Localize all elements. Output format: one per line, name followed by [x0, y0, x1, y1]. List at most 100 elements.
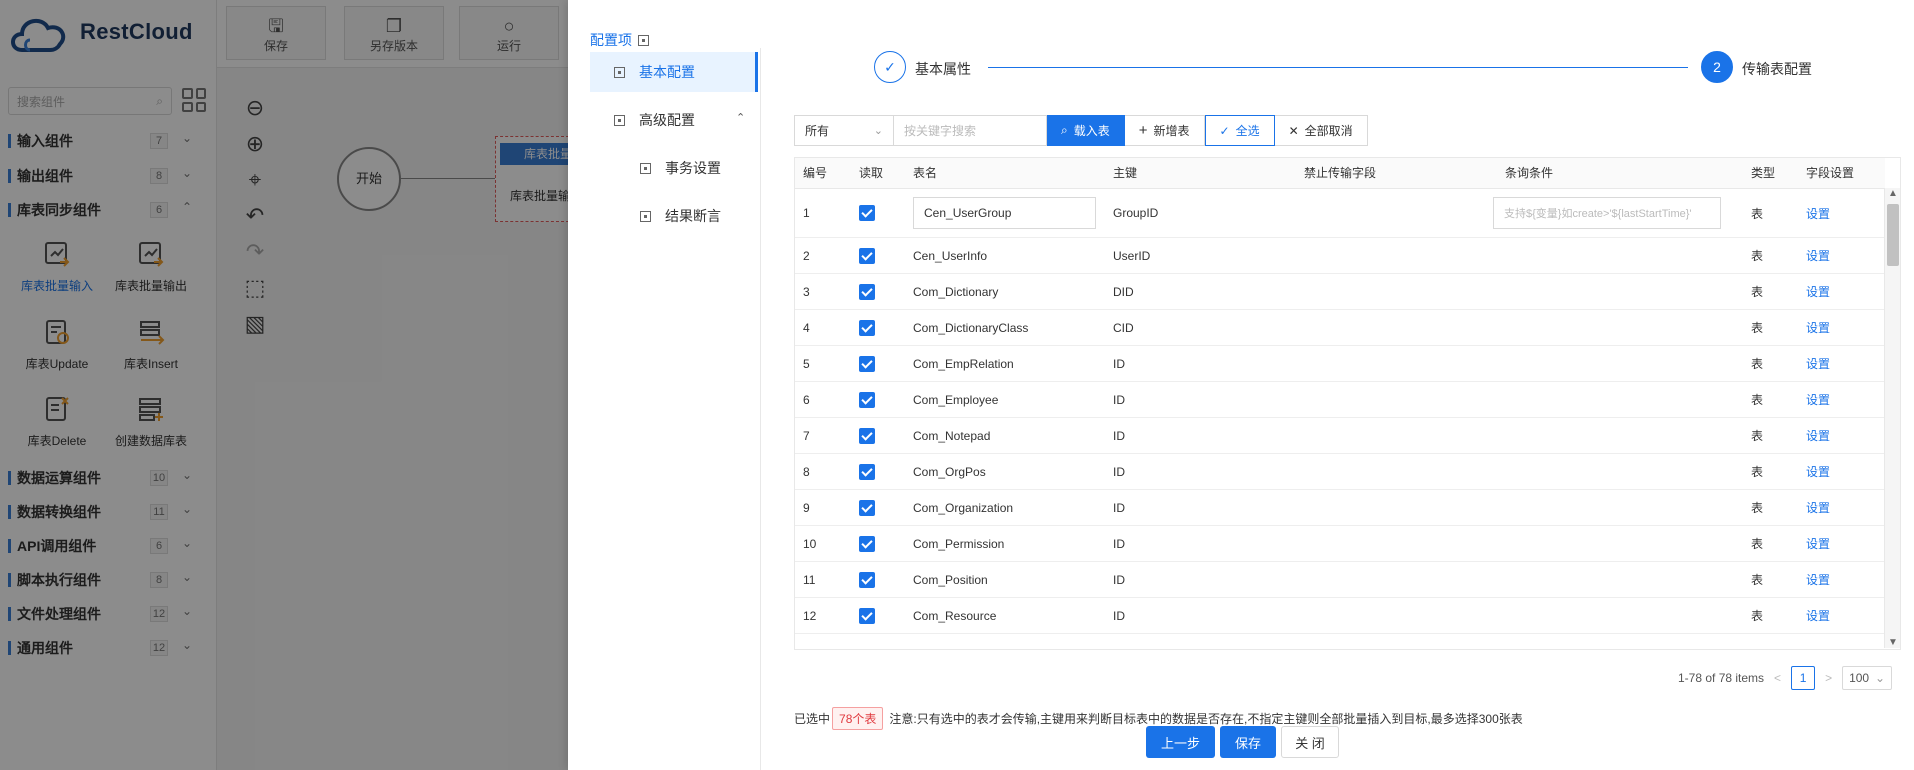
read-cell	[859, 274, 875, 309]
primary-key: ID	[1113, 608, 1125, 623]
read-cell	[859, 526, 875, 561]
field-settings-link[interactable]: 设置	[1806, 274, 1830, 309]
read-checkbox[interactable]	[859, 499, 875, 516]
menu-advanced-config[interactable]: 高级配置 ⌃	[590, 100, 758, 140]
row-number: 3	[803, 284, 810, 299]
load-table-button[interactable]: ⌕ 载入表	[1047, 115, 1125, 146]
page-1-button[interactable]: 1	[1791, 666, 1816, 690]
scroll-up-icon[interactable]: ▲	[1888, 188, 1898, 199]
menu-icon	[640, 162, 651, 174]
field-settings-link[interactable]: 设置	[1806, 346, 1830, 381]
read-checkbox[interactable]	[859, 463, 875, 480]
field-settings-link[interactable]: 设置	[1806, 238, 1830, 273]
read-checkbox[interactable]	[859, 319, 875, 336]
read-checkbox[interactable]	[859, 205, 875, 221]
table-name: Cen_UserInfo	[913, 248, 988, 263]
read-cell	[859, 238, 875, 273]
read-cell	[859, 382, 875, 417]
col-type: 类型	[1751, 166, 1776, 180]
row-number: 7	[803, 428, 810, 443]
add-table-label: 新增表	[1153, 124, 1190, 138]
select-all-button[interactable]: ✓ 全选	[1204, 115, 1275, 146]
modal-overlay[interactable]	[0, 0, 568, 770]
primary-key: ID	[1113, 392, 1125, 407]
table-name: Com_Organization	[913, 500, 1014, 515]
step-1-check-icon: ✓	[874, 51, 906, 83]
menu-basic-config[interactable]: 基本配置	[590, 52, 758, 92]
col-read: 读取	[859, 166, 884, 180]
read-cell	[859, 189, 875, 237]
table-row: 3 Com_Dictionary DID 表 设置	[795, 274, 1885, 310]
filter-select[interactable]: 所有 ⌄	[794, 115, 894, 146]
primary-key: GroupID	[1113, 206, 1159, 220]
scroll-thumb[interactable]	[1887, 204, 1899, 266]
load-table-label: 载入表	[1073, 124, 1110, 138]
col-table-name: 表名	[913, 166, 938, 180]
scroll-down-icon[interactable]: ▼	[1888, 637, 1898, 648]
row-number: 10	[803, 536, 817, 551]
row-number: 4	[803, 320, 810, 335]
cancel-all-label: 全部取消	[1304, 124, 1353, 138]
table-name-cell: Cen_UserGroup	[913, 189, 1096, 237]
page-size-select[interactable]: 100 ⌄	[1842, 666, 1893, 690]
field-settings-link[interactable]: 设置	[1806, 490, 1830, 525]
read-cell	[859, 562, 875, 597]
menu-label: 事务设置	[665, 160, 721, 176]
row-number: 5	[803, 356, 810, 371]
condition-input[interactable]: 支持${变量}如create>'${lastStartTime}'	[1493, 197, 1721, 229]
table-name: Com_Dictionary	[913, 284, 999, 299]
read-cell	[859, 454, 875, 489]
add-table-button[interactable]: + 新增表	[1124, 115, 1205, 146]
table-name: Com_EmpRelation	[913, 356, 1014, 371]
save-button[interactable]: 保存	[1220, 726, 1276, 758]
note-prefix: 已选中	[794, 712, 831, 726]
next-page-icon[interactable]: >	[1825, 671, 1832, 685]
search-icon: ⌕	[1061, 123, 1068, 137]
menu-transaction-settings[interactable]: 事务设置	[590, 148, 758, 188]
note-text: 注意:只有选中的表才会传输,主键用来判断目标表中的数据是否存在,不指定主键则全部…	[889, 712, 1523, 726]
primary-key: ID	[1113, 500, 1125, 515]
table-name: Com_Resource	[913, 608, 997, 623]
check-icon: ✓	[1219, 123, 1230, 138]
config-header-label: 配置项	[590, 32, 632, 48]
row-type: 表	[1751, 285, 1764, 299]
read-checkbox[interactable]	[859, 355, 875, 372]
read-checkbox[interactable]	[859, 247, 875, 264]
field-settings-link[interactable]: 设置	[1806, 189, 1830, 237]
read-checkbox[interactable]	[859, 391, 875, 408]
menu-result-assertion[interactable]: 结果断言	[590, 196, 758, 236]
row-number: 9	[803, 500, 810, 515]
prev-page-icon[interactable]: <	[1774, 671, 1781, 685]
read-checkbox[interactable]	[859, 607, 875, 624]
prev-step-button[interactable]: 上一步	[1146, 726, 1215, 758]
collapse-icon[interactable]	[638, 34, 649, 46]
field-settings-link[interactable]: 设置	[1806, 526, 1830, 561]
table-row: 10 Com_Permission ID 表 设置	[795, 526, 1885, 562]
step-connector	[988, 67, 1688, 68]
read-checkbox[interactable]	[859, 571, 875, 588]
field-settings-link[interactable]: 设置	[1806, 382, 1830, 417]
primary-key: ID	[1113, 428, 1125, 443]
field-settings-link[interactable]: 设置	[1806, 418, 1830, 453]
read-cell	[859, 418, 875, 453]
row-number: 6	[803, 392, 810, 407]
table-scrollbar[interactable]: ▲ ▼	[1884, 188, 1900, 648]
close-button[interactable]: 关 闭	[1281, 726, 1339, 758]
keyword-search-input[interactable]: 按关键字搜索	[894, 115, 1047, 146]
field-settings-link[interactable]: 设置	[1806, 454, 1830, 489]
field-settings-link[interactable]: 设置	[1806, 310, 1830, 345]
field-settings-link[interactable]: 设置	[1806, 562, 1830, 597]
read-checkbox[interactable]	[859, 427, 875, 444]
step-1-label: 基本属性	[915, 61, 971, 77]
col-excluded-fields: 禁止传输字段	[1304, 166, 1377, 180]
read-checkbox[interactable]	[859, 535, 875, 552]
read-checkbox[interactable]	[859, 283, 875, 300]
field-settings-link[interactable]: 设置	[1806, 598, 1830, 633]
row-type: 表	[1751, 609, 1764, 623]
read-cell	[859, 490, 875, 525]
table-name-input[interactable]: Cen_UserGroup	[913, 197, 1096, 229]
menu-label: 结果断言	[665, 208, 721, 224]
table-name: Com_Employee	[913, 392, 999, 407]
row-type: 表	[1751, 393, 1764, 407]
cancel-all-button[interactable]: ✕ 全部取消	[1274, 115, 1368, 146]
